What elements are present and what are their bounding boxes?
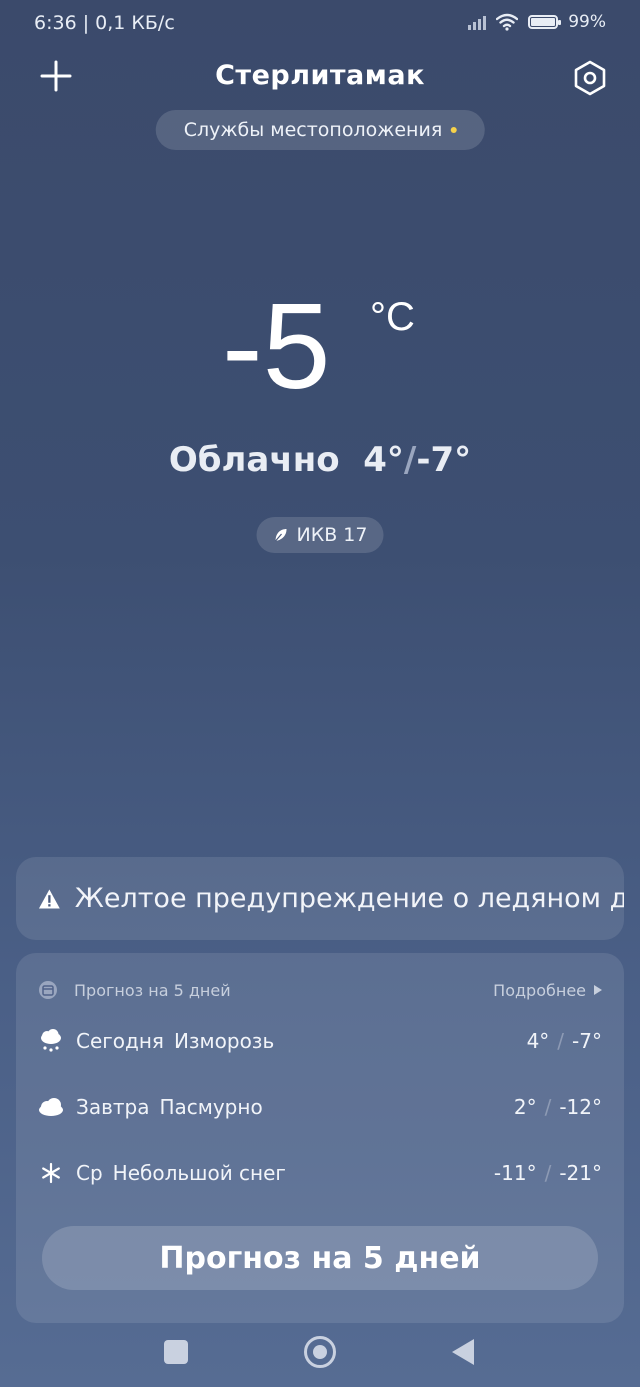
current-temperature: -5 xyxy=(222,278,331,414)
cloud-icon xyxy=(38,1094,64,1120)
snowflake-icon xyxy=(38,1160,64,1186)
forecast-row[interactable]: Сегодня Изморозь 4° / -7° xyxy=(38,1021,602,1061)
forecast-temps: 4° / -7° xyxy=(526,1029,602,1053)
warning-icon xyxy=(38,889,60,908)
temperature-unit: °C xyxy=(370,295,415,339)
forecast-row[interactable]: Ср Небольшой снег -11° / -21° xyxy=(38,1153,602,1193)
settings-button[interactable] xyxy=(570,58,610,98)
current-low: -7° xyxy=(416,440,472,480)
home-button[interactable] xyxy=(304,1336,336,1368)
weather-warning-card[interactable]: Желтое предупреждение о ледяном д... xyxy=(16,857,624,940)
current-condition: Облачно xyxy=(168,440,340,480)
forecast-day: Ср xyxy=(76,1161,103,1185)
five-day-forecast-button[interactable]: Прогноз на 5 дней xyxy=(42,1226,598,1290)
navigation-bar xyxy=(0,1327,640,1387)
wifi-icon xyxy=(496,13,519,31)
settings-icon xyxy=(574,60,606,96)
forecast-condition: Изморозь xyxy=(173,1029,275,1053)
city-name: Стерлитамак xyxy=(215,60,425,91)
status-time-speed: 6:36 | 0,1 КБ/с xyxy=(34,12,175,34)
current-high: 4° xyxy=(363,440,404,480)
aqi-value: ИКВ 17 xyxy=(296,524,368,546)
aqi-pill[interactable]: ИКВ 17 xyxy=(256,517,384,553)
forecast-temps: -11° / -21° xyxy=(493,1161,602,1185)
snow-cloud-icon xyxy=(38,1028,64,1054)
recent-apps-button[interactable] xyxy=(164,1340,188,1364)
status-icons: 99% xyxy=(468,12,606,32)
current-condition-line: Облачно 4°/-7° xyxy=(168,440,472,480)
signal-icon xyxy=(468,14,487,30)
battery-icon xyxy=(528,15,562,29)
forecast-card: Прогноз на 5 дней Подробнее Сегодня Измо… xyxy=(16,953,624,1323)
forecast-header-title: Прогноз на 5 дней xyxy=(74,980,231,1000)
forecast-condition: Пасмурно xyxy=(159,1095,263,1119)
leaf-icon xyxy=(275,529,287,542)
location-services-pill[interactable]: Службы местоположения xyxy=(155,110,485,150)
calendar-icon xyxy=(39,981,57,999)
current-temperature-block: -5 °C xyxy=(0,285,640,420)
forecast-more-link[interactable]: Подробнее xyxy=(493,981,602,1000)
location-services-label: Службы местоположения xyxy=(183,119,443,141)
warning-text: Желтое предупреждение о ледяном д... xyxy=(74,883,624,914)
forecast-more-label: Подробнее xyxy=(493,980,586,1000)
battery-percent: 99% xyxy=(568,12,606,32)
forecast-condition: Небольшой снег xyxy=(112,1161,286,1185)
back-button[interactable] xyxy=(452,1339,474,1365)
status-bar: 6:36 | 0,1 КБ/с 99% xyxy=(0,0,640,50)
triangle-right-icon xyxy=(594,985,602,995)
forecast-temps: 2° / -12° xyxy=(513,1095,602,1119)
forecast-day: Завтра xyxy=(76,1095,150,1119)
forecast-header: Прогноз на 5 дней Подробнее xyxy=(38,975,602,1005)
location-status-dot xyxy=(450,127,457,133)
forecast-day: Сегодня xyxy=(76,1029,164,1053)
forecast-row[interactable]: Завтра Пасмурно 2° / -12° xyxy=(38,1087,602,1127)
